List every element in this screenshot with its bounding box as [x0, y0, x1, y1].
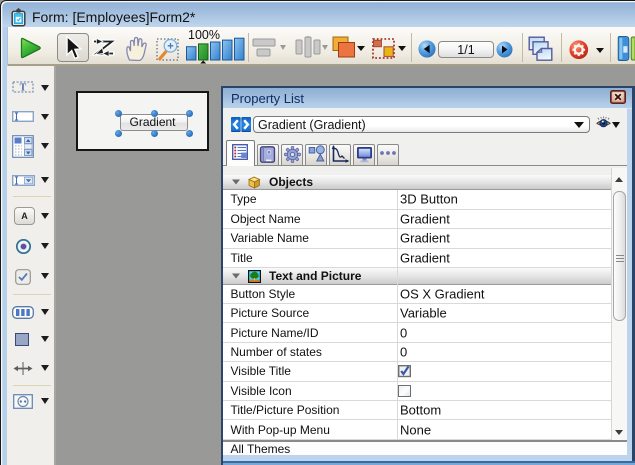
svg-text:T: T	[20, 83, 27, 94]
